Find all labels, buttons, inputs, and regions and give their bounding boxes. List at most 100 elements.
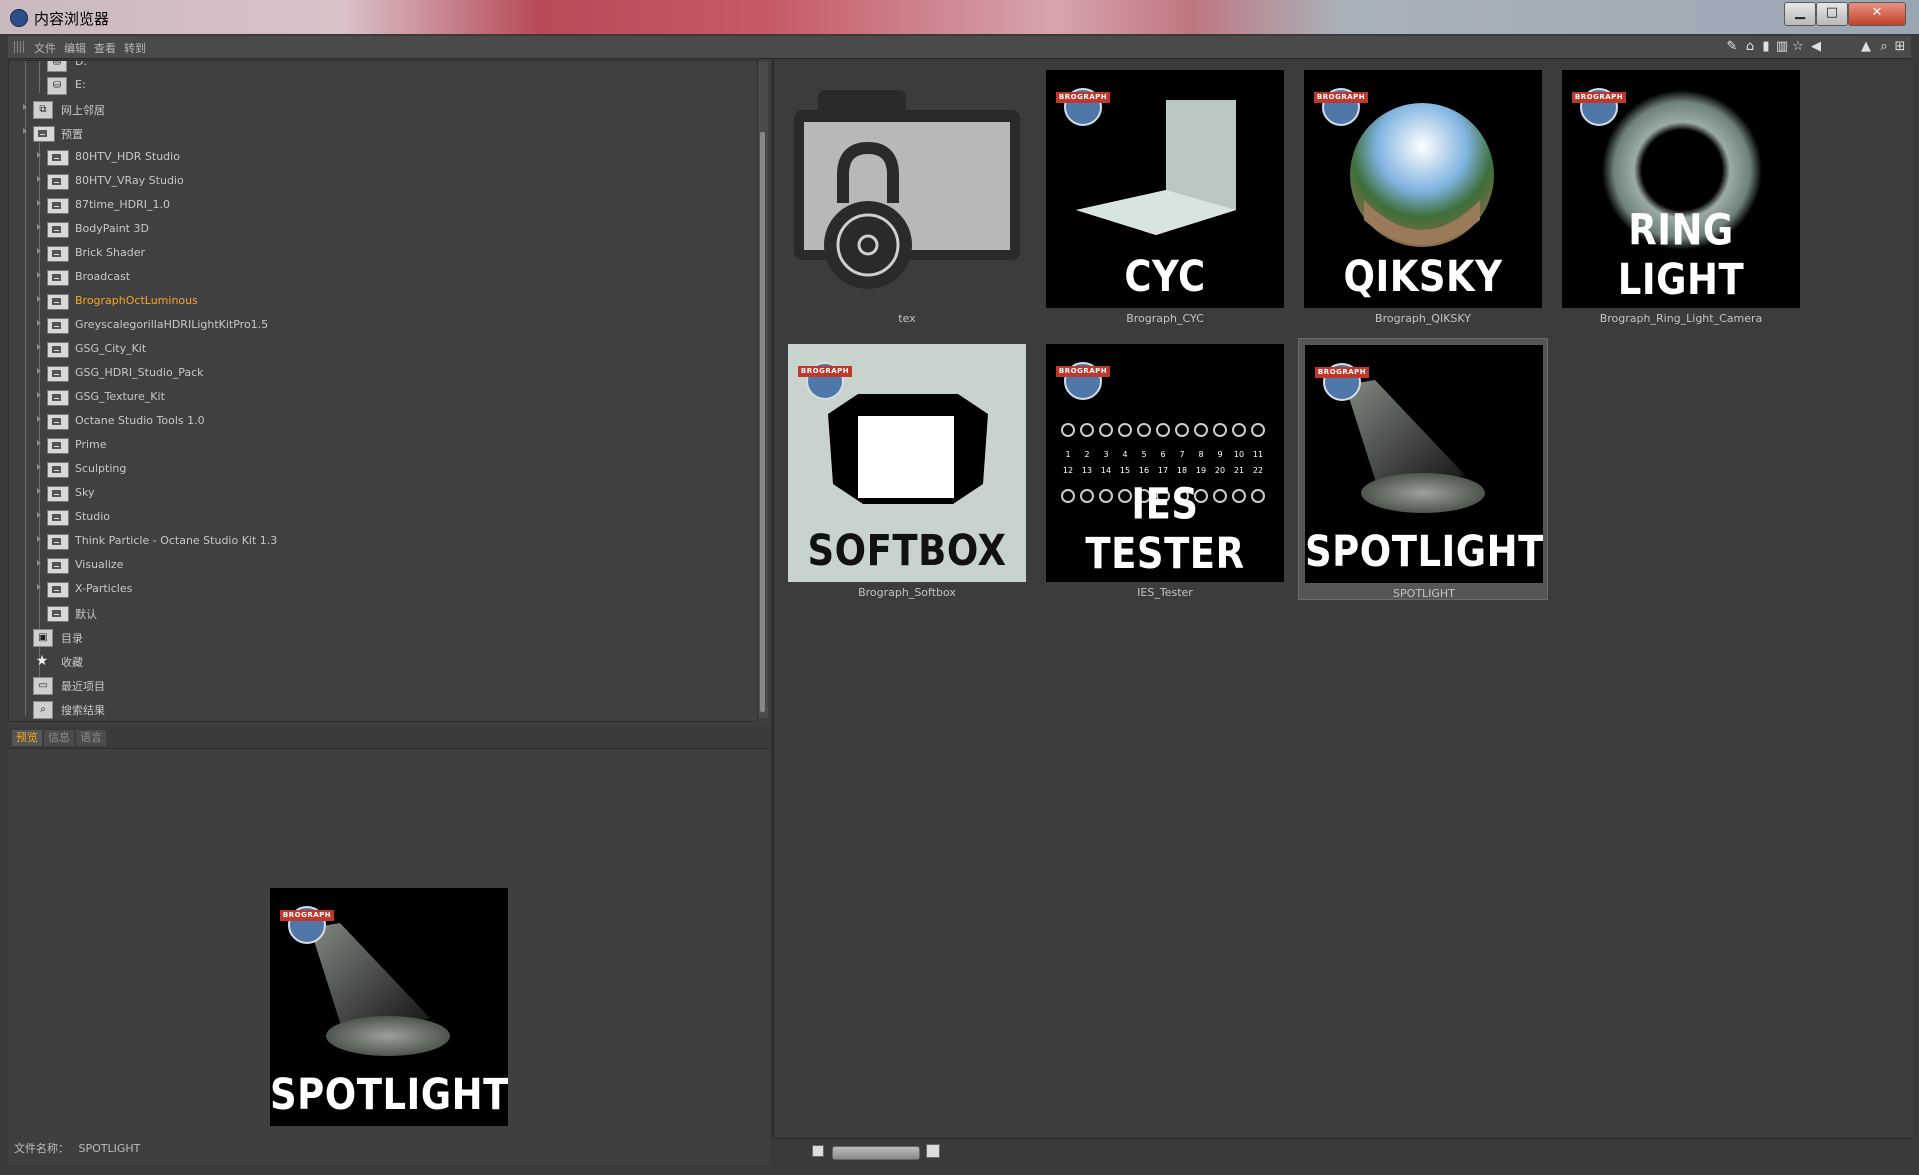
menu-bar: 文件 编辑 查看 转到 ✎ ⌂ ▮ ▥ ☆ ◀ ▲ ⌕ ⊞ [8, 36, 1911, 59]
asset-caption: Brograph_Ring_Light_Camera [1599, 312, 1763, 325]
expand-arrow-icon[interactable] [37, 536, 41, 542]
ies-number: 14 [1100, 466, 1112, 475]
filename-label: 文件名称： [14, 1142, 69, 1155]
expand-arrow-icon[interactable] [37, 464, 41, 470]
left-panel: ⛁ D: ⛁ E: ⧉ 网上邻居 预置 80HTV_HDR Studio 80HTV_VRa… [8, 60, 770, 1165]
up-icon[interactable]: ▲ [1858, 39, 1874, 55]
ies-number: 20 [1214, 466, 1226, 475]
drive-icon[interactable]: ▮ [1758, 39, 1774, 55]
expand-arrow-icon[interactable] [37, 200, 41, 206]
library-folder-icon [47, 294, 69, 310]
expand-arrow-icon[interactable] [37, 440, 41, 446]
library-folder-icon [47, 414, 69, 430]
expand-arrow-icon[interactable] [37, 344, 41, 350]
home-icon[interactable]: ⌂ [1742, 39, 1758, 55]
small-thumb-icon[interactable] [812, 1145, 824, 1157]
maximize-button[interactable]: □ [1816, 2, 1848, 26]
large-thumb-icon[interactable] [926, 1144, 940, 1158]
ies-number: 22 [1252, 466, 1264, 475]
ies-number: 7 [1179, 450, 1185, 459]
close-button[interactable]: ✕ [1848, 2, 1906, 26]
asset-thumbnail: 1 2 3 4 5 6 7 8 9 10 11 12 13 14 15 16 17 18 19 20 21 22 BROGR… [1046, 344, 1284, 582]
tree-item-label: 87time_HDRI_1.0 [75, 198, 170, 211]
expand-arrow-icon[interactable] [37, 560, 41, 566]
menu-edit[interactable]: 编辑 [64, 40, 86, 56]
expand-arrow-icon[interactable] [37, 368, 41, 374]
asset-thumbnail: BROGRAPH SOFTBOX [788, 344, 1026, 582]
scrollbar-thumb[interactable] [760, 132, 765, 712]
asset-tile[interactable]: BROGRAPH QIKSKY Brograph_QIKSKY [1298, 64, 1548, 326]
thumbnail-size-slider[interactable] [832, 1146, 920, 1160]
asset-tile[interactable]: BROGRAPH CYC Brograph_CYC [1040, 64, 1290, 326]
tree-item-label: 80HTV_HDR Studio [75, 150, 180, 163]
new-window-icon[interactable]: ⊞ [1892, 39, 1908, 55]
grip-icon[interactable] [14, 41, 24, 53]
expand-arrow-icon[interactable] [37, 416, 41, 422]
expand-arrow-icon[interactable] [37, 176, 41, 182]
expand-arrow-icon[interactable] [37, 392, 41, 398]
asset-thumbnail [788, 70, 1026, 308]
tree-item-label: 默认 [75, 608, 97, 621]
tree-item-label: GreyscalegorillaHDRILightKitPro1.5 [75, 318, 269, 331]
expand-arrow-icon[interactable] [37, 512, 41, 518]
network-icon: ⧉ [33, 101, 53, 119]
asset-tile[interactable]: tex [782, 64, 1032, 326]
library-folder-icon [47, 390, 69, 406]
preview-thumbnail: BROGRAPH SPOTLIGHT [270, 888, 508, 1126]
preview-tab-bar: 预览 信息 语言 [8, 726, 770, 749]
asset-tile[interactable]: BROGRAPH RING LIGHT Brograph_Ring_Light_Ca… [1556, 64, 1806, 326]
preview-title: SPOTLIGHT [270, 1069, 508, 1120]
thumb-title: SOFTBOX [807, 525, 1007, 576]
asset-tile[interactable]: 1 2 3 4 5 6 7 8 9 10 11 12 13 14 15 16 17 18 19 20 21 22 BROGR… [1040, 338, 1290, 600]
thumb-title: CYC [1124, 251, 1206, 302]
asset-caption: SPOTLIGHT [1393, 587, 1455, 600]
minimize-button[interactable]: ▁ [1784, 2, 1816, 26]
expand-arrow-icon[interactable] [37, 584, 41, 590]
expand-arrow-icon[interactable] [37, 320, 41, 326]
tree-item-label: GSG_City_Kit [75, 342, 147, 355]
tab-info[interactable]: 信息 [44, 730, 74, 746]
tree-item-label: Studio [75, 510, 111, 523]
expand-arrow-icon[interactable] [37, 296, 41, 302]
book-icon[interactable]: ▥ [1774, 39, 1790, 55]
expand-arrow-icon[interactable] [37, 488, 41, 494]
brograph-logo: BROGRAPH [280, 900, 334, 946]
filename-row: 文件名称： SPOTLIGHT [14, 1140, 140, 1156]
expand-arrow-icon[interactable] [23, 104, 27, 110]
expand-arrow-icon[interactable] [37, 248, 41, 254]
tree-item-label: Broadcast [75, 270, 131, 283]
menu-goto[interactable]: 转到 [124, 40, 146, 56]
menu-view[interactable]: 查看 [94, 40, 116, 56]
expand-arrow-icon[interactable] [23, 128, 27, 134]
tree-scrollbar[interactable] [758, 62, 768, 718]
menu-file[interactable]: 文件 [34, 40, 56, 56]
search-icon[interactable]: ⌕ [1876, 39, 1892, 55]
library-folder-icon [47, 534, 69, 550]
tree-view[interactable]: ⛁ D: ⛁ E: ⧉ 网上邻居 预置 80HTV_HDR Studio 80HTV_VRa… [8, 60, 758, 722]
tab-preview[interactable]: 预览 [12, 730, 42, 746]
brograph-logo: BROGRAPH [1056, 82, 1110, 128]
expand-arrow-icon[interactable] [37, 152, 41, 158]
tab-language[interactable]: 语言 [76, 730, 106, 746]
expand-arrow-icon[interactable] [37, 272, 41, 278]
back-icon[interactable]: ◀ [1808, 39, 1824, 55]
tree-guide-line [25, 61, 26, 716]
ies-number: 12 [1062, 466, 1074, 475]
asset-tile[interactable]: BROGRAPH SOFTBOX Brograph_Softbox [782, 338, 1032, 600]
brograph-logo: BROGRAPH [798, 356, 852, 402]
tree-guide-line [39, 61, 40, 93]
tree-item-label: 收藏 [61, 656, 83, 669]
ies-number: 10 [1233, 450, 1245, 459]
expand-arrow-icon[interactable] [37, 224, 41, 230]
library-folder-icon [47, 198, 69, 214]
star-icon: ★ [35, 653, 49, 669]
thumb-title: RING LIGHT [1617, 205, 1745, 305]
edit-icon[interactable]: ✎ [1724, 39, 1740, 55]
tree-item-label: Prime [75, 438, 107, 451]
star-icon[interactable]: ☆ [1790, 39, 1806, 55]
preview-area: BROGRAPH SPOTLIGHT [8, 750, 770, 1165]
library-folder-icon [47, 558, 69, 574]
asset-tile[interactable]: BROGRAPH SPOTLIGHT SPOTLIGHT [1298, 338, 1548, 600]
thumb-title: QIKSKY [1343, 251, 1503, 302]
library-folder-icon [47, 270, 69, 286]
